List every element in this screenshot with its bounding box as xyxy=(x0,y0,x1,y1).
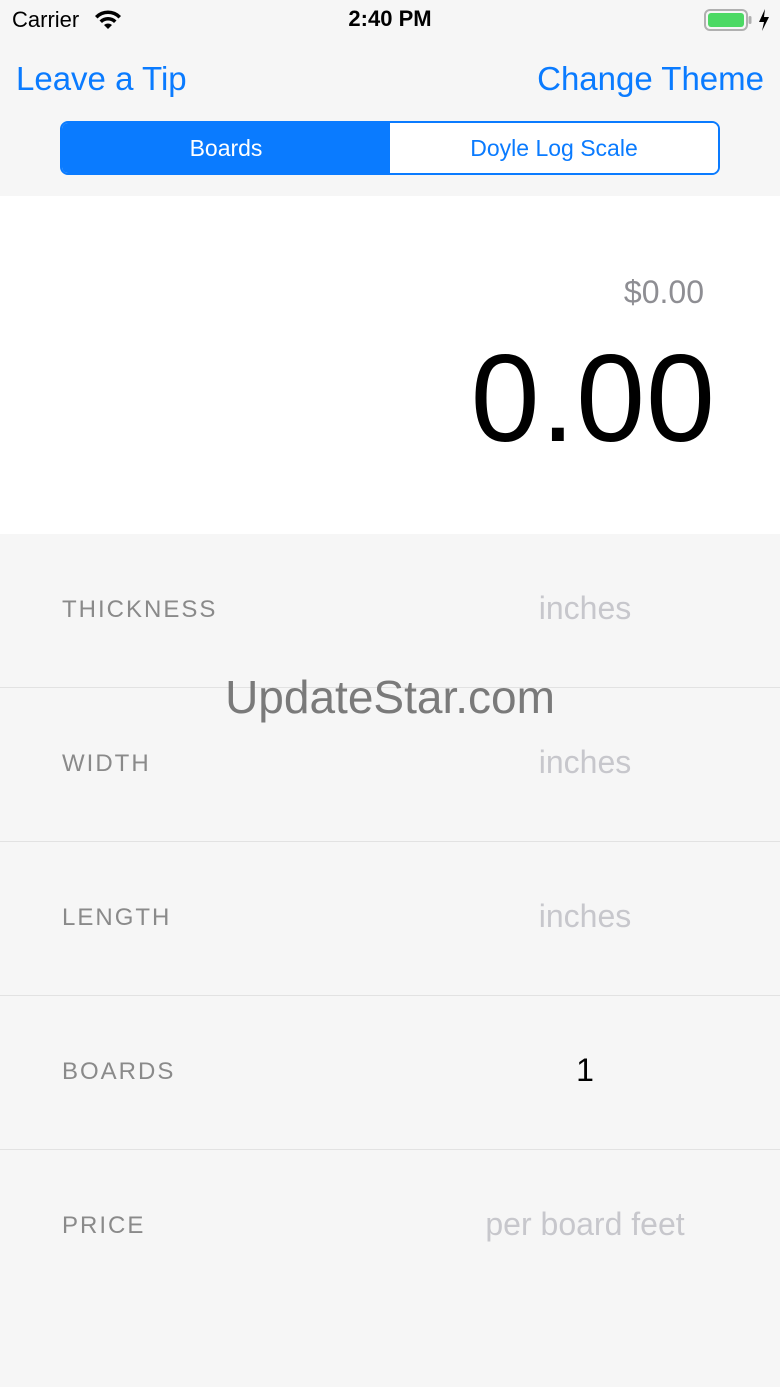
boards-label: BOARDS xyxy=(62,1058,176,1085)
length-label: LENGTH xyxy=(62,904,172,931)
segment-doyle-log-scale[interactable]: Doyle Log Scale xyxy=(390,123,718,173)
board-feet-result: 0.00 xyxy=(470,330,716,468)
thickness-input[interactable]: inches xyxy=(440,590,730,627)
charging-bolt-icon xyxy=(759,9,769,31)
price-label: PRICE xyxy=(62,1212,146,1239)
thickness-row: THICKNESS inches xyxy=(0,534,780,688)
change-theme-button[interactable]: Change Theme xyxy=(537,60,764,98)
thickness-label: THICKNESS xyxy=(62,596,218,623)
width-input[interactable]: inches xyxy=(440,744,730,781)
input-list: THICKNESS inches WIDTH inches LENGTH inc… xyxy=(0,534,780,1304)
price-input[interactable]: per board feet xyxy=(440,1206,730,1243)
width-label: WIDTH xyxy=(62,750,151,777)
length-row: LENGTH inches xyxy=(0,842,780,996)
result-panel: $0.00 0.00 xyxy=(0,196,780,534)
watermark: UpdateStar.com xyxy=(225,671,555,723)
battery-charging-icon xyxy=(704,9,752,31)
leave-a-tip-button[interactable]: Leave a Tip xyxy=(16,60,187,98)
boards-input[interactable]: 1 xyxy=(440,1052,730,1089)
segment-boards[interactable]: Boards xyxy=(62,123,390,173)
clock: 2:40 PM xyxy=(348,6,432,31)
price-row: PRICE per board feet xyxy=(0,1150,780,1304)
length-input[interactable]: inches xyxy=(440,898,730,935)
boards-row: BOARDS 1 xyxy=(0,996,780,1150)
total-price: $0.00 xyxy=(623,274,704,310)
status-bar: Carrier 2:40 PM xyxy=(0,0,780,40)
mode-segmented-control: Boards Doyle Log Scale xyxy=(60,121,720,175)
